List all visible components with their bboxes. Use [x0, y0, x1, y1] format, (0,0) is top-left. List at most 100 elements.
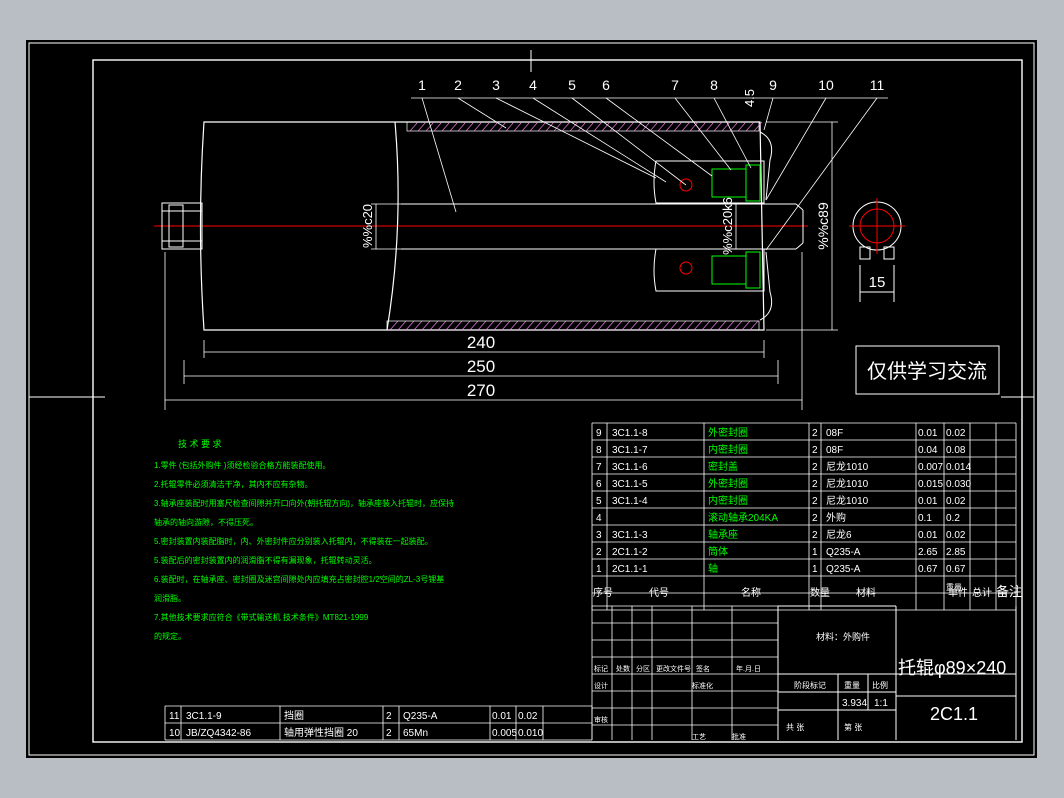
bom-header: 名称 [741, 586, 761, 599]
bom-cell: 0.007 [918, 462, 943, 473]
bom-cell: 4 [596, 513, 602, 524]
dim-shaft-dia: %%c20 [360, 204, 375, 248]
inner-border [92, 59, 1023, 743]
bom-cell: Q235-A [826, 547, 861, 558]
title-block: 材料：外购件托辊φ89×240 2C1.1 3.934 1:1 阶段标记 重量 比例共 张 第… [591, 605, 1017, 741]
bom-cell: 0.2 [946, 513, 960, 524]
outer-border [28, 42, 1035, 756]
balloon-9: 9 [769, 77, 777, 93]
bom-cell: 筒体 [708, 545, 728, 558]
title-block-label: 处数 [616, 664, 630, 673]
bom-cell: 1 [812, 547, 818, 558]
bom-cell: 0.1 [918, 513, 932, 524]
balloon-7: 7 [671, 77, 679, 93]
bom-cell: 3C1.1-6 [612, 462, 648, 473]
bom-cell: 2C1.1-2 [612, 547, 648, 558]
bom-cell: 9 [596, 428, 602, 439]
bom-cell: 0.01 [918, 530, 938, 541]
notes-title: 技 术 要 求 [178, 438, 222, 449]
bom-lower-cell: 10 [169, 728, 181, 739]
bom-cell: 2C1.1-1 [612, 564, 648, 575]
title-block-label: 工艺 [692, 733, 706, 741]
material-label: 材料：外购件 [816, 631, 870, 642]
bom-cell: 尼龙1010 [826, 477, 869, 490]
sheet-label: 第 张 [844, 722, 862, 732]
bom-header: 材料 [856, 586, 876, 599]
bom-header: 数量 [810, 586, 830, 599]
bom-cell: 0.08 [946, 445, 966, 456]
balloon-10: 10 [818, 77, 834, 93]
title-block-label: 设计 [594, 681, 608, 690]
bom-lower-cell: 轴用弹性挡圈 20 [284, 726, 358, 739]
title-block-label: 年.月.日 [736, 664, 761, 673]
bearing-assembly-bottom [653, 248, 773, 321]
bom-lower-cell: 65Mn [403, 728, 428, 739]
bom-lower-cell: 0.005 [492, 728, 517, 739]
notes-line: 7.其他技术要求应符合《带式输送机 技术条件》MT821-1999 [154, 612, 369, 622]
bom-cell: 密封盖 [708, 460, 738, 473]
bom-cell: 外密封圈 [708, 426, 748, 439]
bom-cell: 6 [596, 479, 602, 490]
weight-value: 3.934 [842, 698, 867, 709]
bom-cell: 2 [812, 428, 818, 439]
balloon-4: 4 [529, 77, 537, 93]
bom-header: 序号 [593, 586, 613, 599]
bom-cell: 3C1.1-3 [612, 530, 648, 541]
bom-cell: 08F [826, 428, 843, 439]
notes-line: 1.零件 (包括外购件 )须经检验合格方能装配使用。 [154, 460, 330, 470]
part-name: 托辊φ89×240 [898, 658, 1006, 678]
bom-cell: 2 [812, 513, 818, 524]
bom-cell: 0.030 [946, 479, 971, 490]
title-block-label: 审核 [594, 715, 608, 724]
bom-cell: 2.85 [946, 547, 966, 558]
balloon-2: 2 [454, 77, 462, 93]
notes-line: 5.密封装置内装配脂时，内、外密封件应分别装入托辊内，不得装在一起装配。 [154, 536, 433, 546]
dim-240: 240 [467, 333, 495, 352]
bom-lower-cell: 2 [386, 728, 392, 739]
bom-cell: 轴 [708, 562, 718, 575]
bom-lower-cell: 挡圈 [284, 709, 304, 722]
bom-cell: 尼龙1010 [826, 494, 869, 507]
bom-cell: 3C1.1-4 [612, 496, 648, 507]
balloon-5: 5 [568, 77, 576, 93]
bom-cell: Q235-A [826, 564, 861, 575]
bom-cell: 2 [812, 479, 818, 490]
balloon-11: 11 [870, 77, 885, 93]
scale-value: 1:1 [874, 698, 888, 709]
drawing-number: 2C1.1 [930, 704, 978, 724]
bom-cell: 2 [596, 547, 602, 558]
balloon-3: 3 [492, 77, 500, 93]
bom-cell: 0.02 [946, 428, 966, 439]
bearing-assembly-top [653, 131, 773, 204]
bom-cell: 3 [596, 530, 602, 541]
bom-cell: 5 [596, 496, 602, 507]
bom-cell: 2 [812, 445, 818, 456]
bom-cell: 内密封圈 [708, 494, 748, 507]
title-block-label: 更改文件号 [656, 664, 691, 673]
notes-line: 润滑脂。 [154, 593, 186, 603]
title-block-label: 分区 [636, 664, 650, 673]
bom-cell: 0.014 [946, 462, 971, 473]
bom-cell: 7 [596, 462, 602, 473]
notes-line: 6.装配时，在轴承座、密封圈及迷宫间隙处内应填充占密封腔1/2空间的ZL-3号锂… [154, 574, 444, 584]
bom-header: 代号 [649, 587, 669, 599]
dim-outer-dia: %%c89 [815, 202, 831, 250]
technical-notes: 1.零件 (包括外购件 )须经检验合格方能装配使用。 2.托辊零件必须清洁干净，其… [154, 460, 454, 641]
watermark-text: 仅供学习交流 [867, 360, 987, 383]
bom-header-weight: 重量 [946, 582, 962, 592]
bom-cell: 2 [812, 530, 818, 541]
bom-lower-cell: JB/ZQ4342-86 [186, 728, 251, 739]
bom-table-upper: 9 3C1.1-8 外密封圈 2 08F 0.01 0.02 8 3C1.1-7 内密封圈 2 08F… [591, 422, 1022, 611]
bom-lower-cell: Q235-A [403, 711, 438, 722]
bom-cell: 8 [596, 445, 602, 456]
drawing-sheet: 1 2 3 4 5 6 7 8 9 10 11 %%c20 %%c20k6 %%c89 4.5 24… [26, 40, 1037, 758]
bom-cell: 1 [596, 564, 602, 575]
bom-cell: 轴承座 [708, 528, 738, 541]
bom-cell: 2.65 [918, 547, 938, 558]
notes-line: 轴承的轴向游隙，不得压死。 [154, 517, 258, 527]
scale-label: 比例 [872, 680, 888, 690]
bom-lower-cell: 2 [386, 711, 392, 722]
bom-cell: 0.01 [918, 496, 938, 507]
title-block-label: 批准 [732, 732, 746, 741]
bom-lower-cell: 3C1.1-9 [186, 711, 222, 722]
